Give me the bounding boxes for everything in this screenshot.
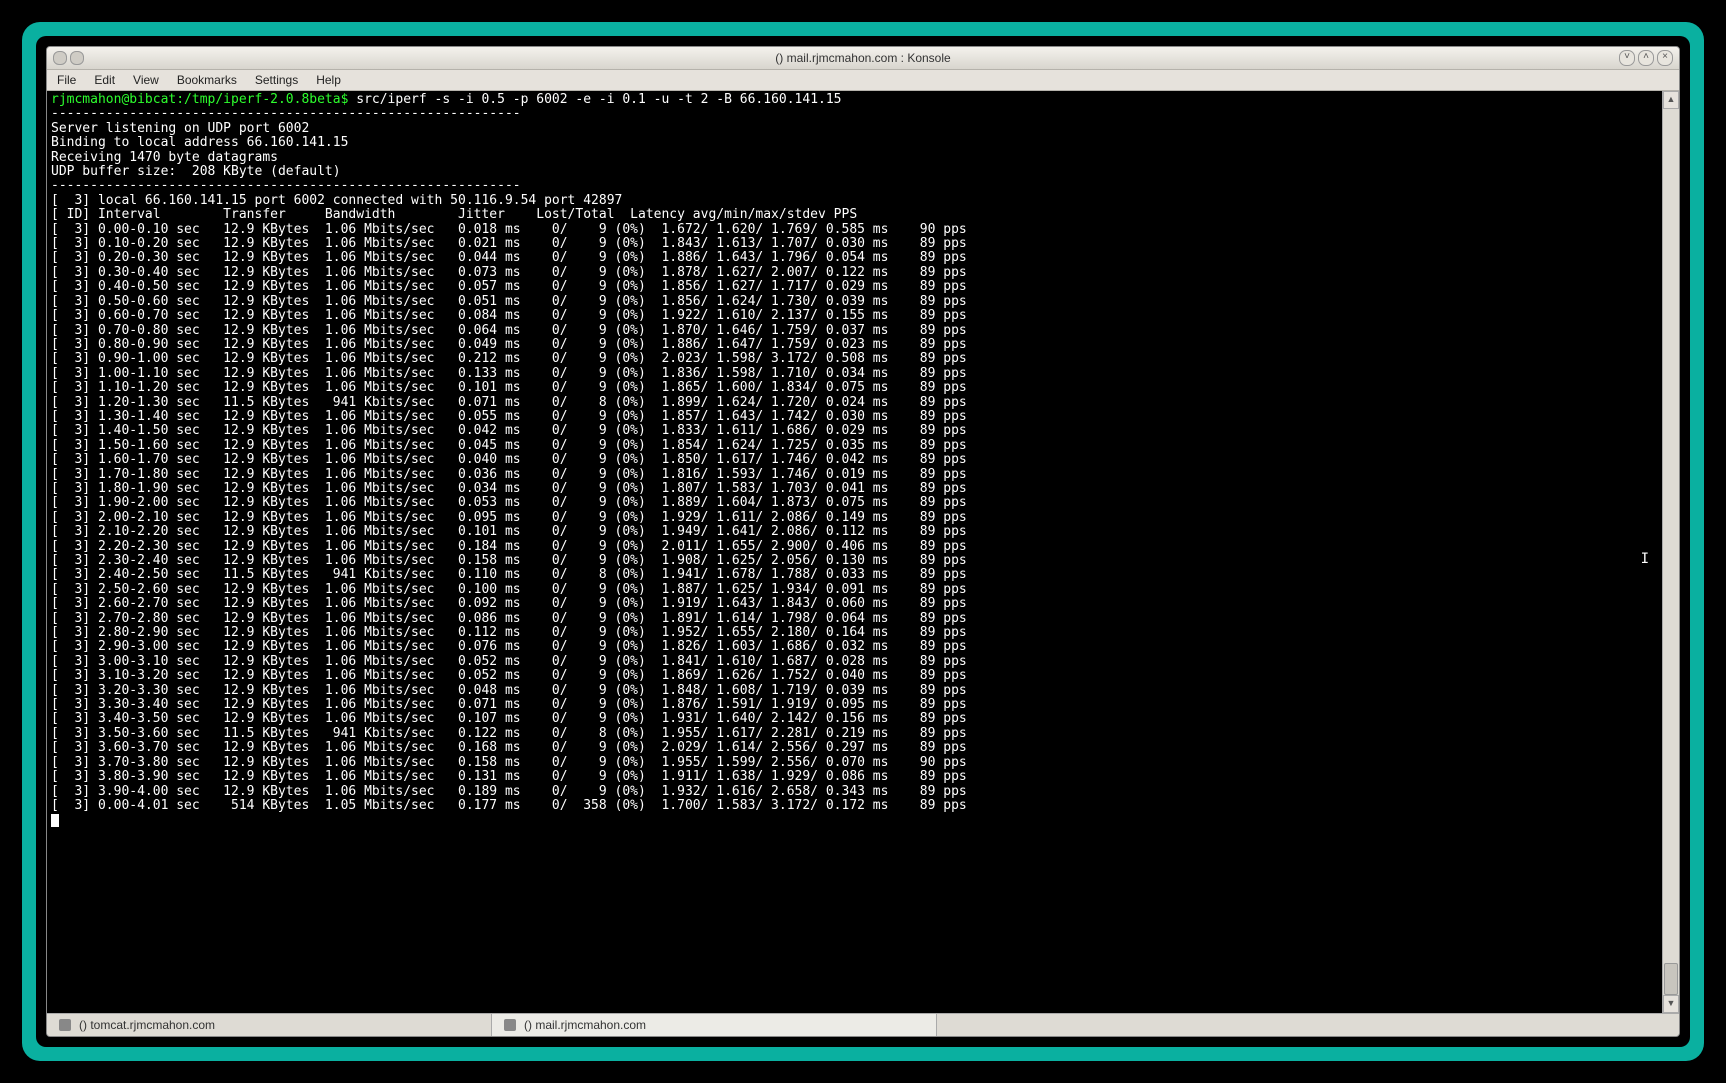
konsole-window: () mail.rjmcmahon.com : Konsole ˅ ˄ × Fi…: [46, 46, 1680, 1037]
menu-help[interactable]: Help: [316, 73, 341, 87]
terminal-icon: [504, 1019, 516, 1031]
scroll-down-icon[interactable]: ▼: [1663, 995, 1679, 1013]
menu-file[interactable]: File: [57, 73, 76, 87]
menu-bookmarks[interactable]: Bookmarks: [177, 73, 237, 87]
maximize-button[interactable]: ˄: [1638, 50, 1654, 66]
menubar: File Edit View Bookmarks Settings Help: [47, 70, 1679, 91]
desktop-frame: () mail.rjmcmahon.com : Konsole ˅ ˄ × Fi…: [22, 22, 1704, 1061]
scroll-thumb[interactable]: [1664, 963, 1678, 995]
menu-edit[interactable]: Edit: [94, 73, 115, 87]
tab-0[interactable]: () tomcat.rjmcmahon.com: [47, 1014, 492, 1036]
tab-label: () tomcat.rjmcmahon.com: [79, 1018, 215, 1032]
terminal-icon: [59, 1019, 71, 1031]
scroll-track[interactable]: [1663, 109, 1679, 995]
tab-bar: () tomcat.rjmcmahon.com () mail.rjmcmahon…: [47, 1013, 1679, 1036]
scrollbar[interactable]: ▲ ▼: [1662, 91, 1679, 1013]
text-cursor-icon: I: [1641, 551, 1649, 567]
desktop-inner: () mail.rjmcmahon.com : Konsole ˅ ˄ × Fi…: [36, 36, 1690, 1047]
menu-settings[interactable]: Settings: [255, 73, 298, 87]
tab-1[interactable]: () mail.rjmcmahon.com: [492, 1014, 937, 1036]
terminal-output[interactable]: rjmcmahon@bibcat:/tmp/iperf-2.0.8beta$ s…: [47, 91, 1662, 1013]
titlebar[interactable]: () mail.rjmcmahon.com : Konsole ˅ ˄ ×: [47, 47, 1679, 70]
window-title: () mail.rjmcmahon.com : Konsole: [47, 51, 1679, 65]
minimize-button[interactable]: ˅: [1619, 50, 1635, 66]
window-pin-icon[interactable]: [70, 51, 84, 65]
tab-label: () mail.rjmcmahon.com: [524, 1018, 646, 1032]
close-button[interactable]: ×: [1657, 50, 1673, 66]
scroll-up-icon[interactable]: ▲: [1663, 91, 1679, 109]
window-menu-icon[interactable]: [53, 51, 67, 65]
menu-view[interactable]: View: [133, 73, 159, 87]
